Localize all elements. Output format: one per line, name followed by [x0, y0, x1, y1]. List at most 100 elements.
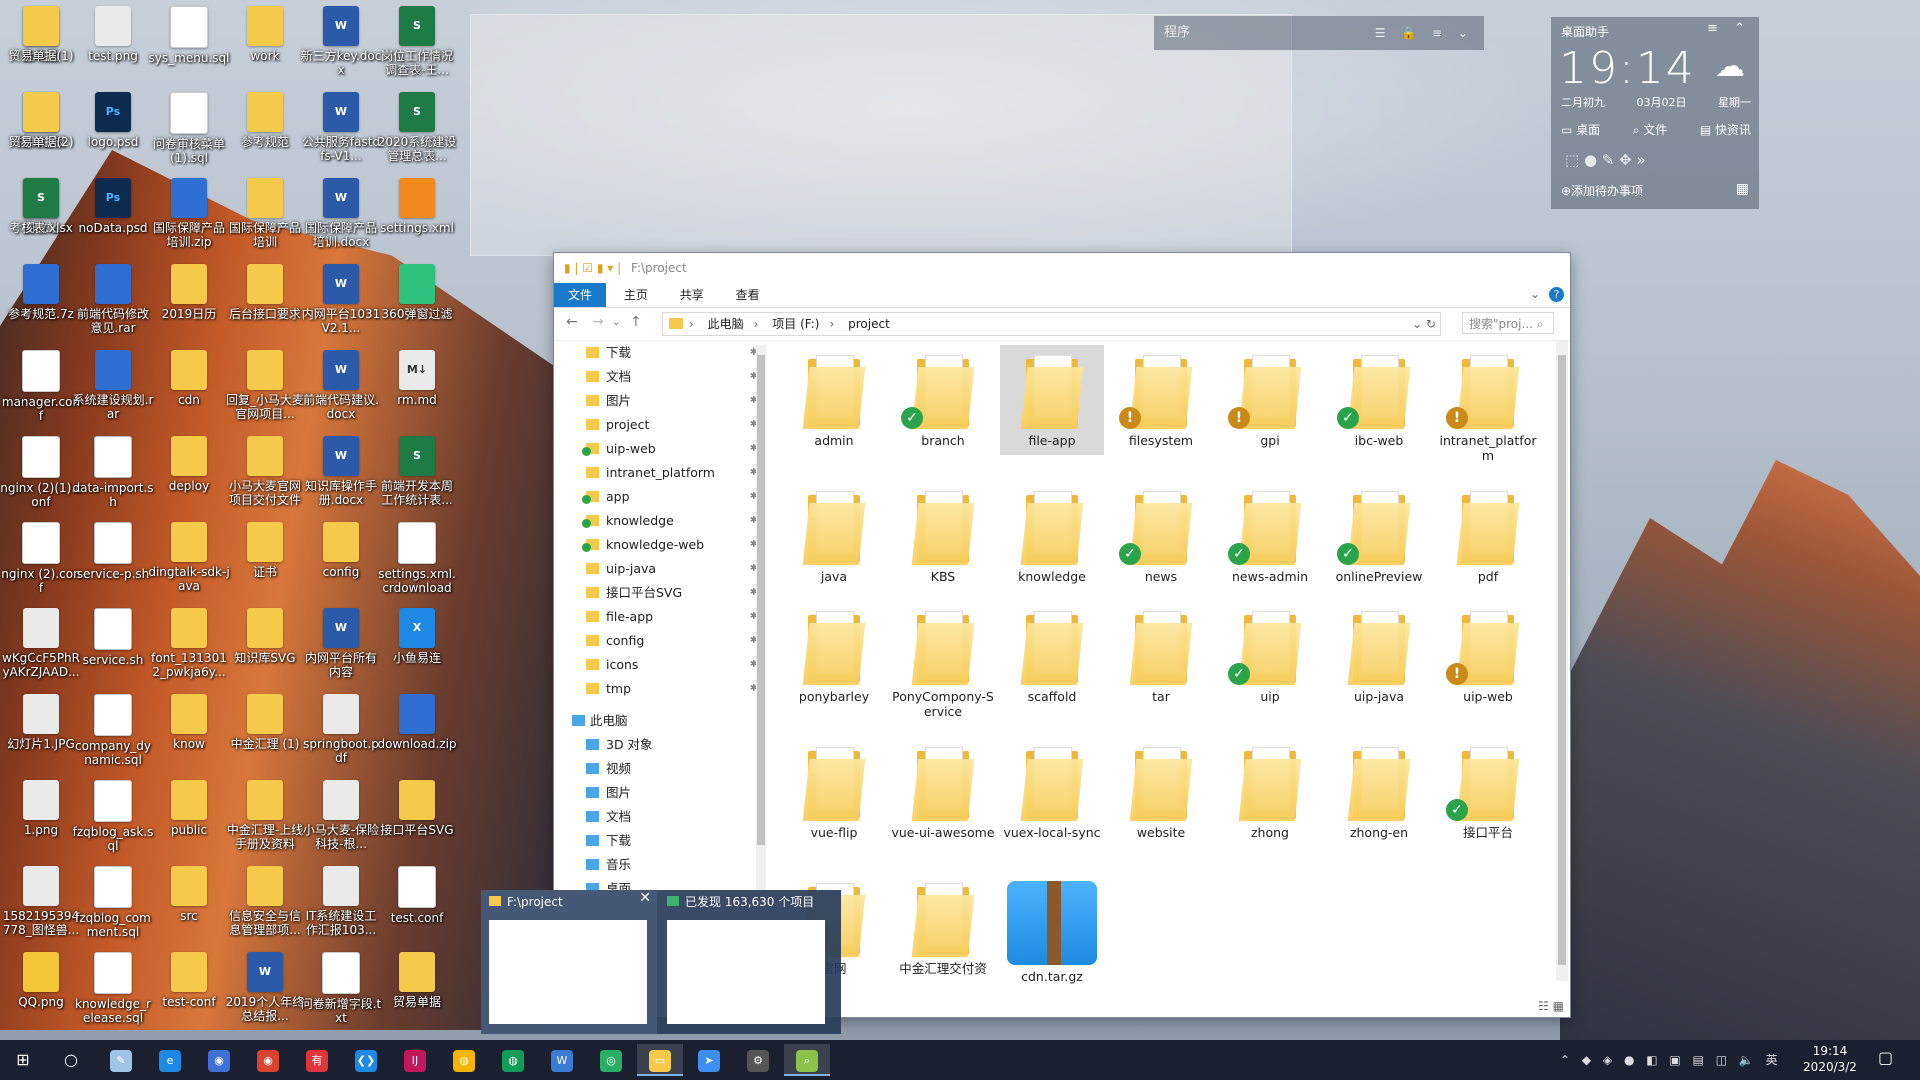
file-item[interactable]: tar [1109, 601, 1213, 711]
navigation-scrollbar[interactable] [756, 345, 766, 890]
file-item[interactable]: PonyCompony-Service [891, 601, 995, 719]
view-toggle-icons[interactable]: ☷ ▦ [1538, 999, 1564, 1013]
wechat-work-icon[interactable]: W [539, 1044, 585, 1076]
desktop-icon[interactable]: test.png [72, 4, 154, 88]
desktop-icon[interactable]: 后台接口要求 [224, 262, 306, 346]
desktop-icon[interactable]: W 2019个人年终总结报... [224, 950, 306, 1034]
assistant-tool-icons[interactable]: ⬚ ● ✎ ✥ » [1565, 151, 1745, 169]
desktop-icon[interactable]: nginx (2)(1).conf [0, 434, 82, 518]
file-item[interactable]: scaffold [1000, 601, 1104, 711]
desktop-icon[interactable]: X 小鱼易连 [376, 606, 458, 690]
desktop-icon[interactable]: test.conf [376, 864, 458, 948]
address-bar[interactable]: › 此电脑 › 项目 (F:) › project ⌄ ↻ [662, 312, 1441, 336]
nav-item[interactable]: 图片 [554, 781, 772, 805]
nav-item[interactable]: 下载 [554, 829, 772, 853]
file-item[interactable]: cdn.tar.gz [1000, 873, 1104, 984]
recent-dropdown-icon[interactable]: ⌄ [612, 317, 620, 328]
desktop-icon[interactable]: 参考规范.7z [0, 262, 82, 346]
desktop-icon[interactable]: 国际保障产品培训 [224, 176, 306, 260]
nav-item[interactable]: 图片 ✱ [554, 389, 772, 413]
nav-item[interactable]: 接口平台SVG ✱ [554, 581, 772, 605]
files-search-button[interactable]: ⌕ 文件 [1633, 121, 1668, 138]
refresh-icon[interactable]: ⌄ ↻ [1412, 313, 1436, 335]
file-item[interactable]: uip-java [1327, 601, 1431, 711]
explorer-titlebar[interactable]: ▮ | ☑ ▮ ▾ | F:\project [554, 253, 1570, 283]
desktop-icon[interactable]: config [300, 520, 382, 604]
file-item[interactable]: KBS [891, 481, 995, 591]
breadcrumb-project[interactable]: project [848, 317, 890, 331]
chrome-icon[interactable]: ◍ [441, 1044, 487, 1076]
desktop-icon[interactable]: work [224, 4, 306, 88]
nav-item[interactable]: uip-web ✱ [554, 437, 772, 461]
desktop-icon[interactable]: 问卷审核菜单(1).sql [148, 90, 230, 174]
desktop-icon[interactable]: manager.conf [0, 348, 82, 432]
start-button[interactable]: ⊞ [0, 1044, 46, 1076]
nav-item[interactable]: knowledge ✱ [554, 509, 772, 533]
desktop-icon[interactable]: 小马大麦官网项目交付文件 [224, 434, 306, 518]
desktop-icon[interactable]: 回复_小马大麦官网项目... [224, 348, 306, 432]
desktop-icon[interactable]: knowledge_release.sql [72, 950, 154, 1034]
nav-item[interactable]: tmp ✱ [554, 677, 772, 701]
notification-icon[interactable]: ▢ [1878, 1048, 1893, 1067]
file-item[interactable]: pdf [1436, 481, 1540, 591]
desktop-icon[interactable]: W 内网平台1031V2.1... [300, 262, 382, 346]
desktop-icon[interactable]: W 知识库操作手册.docx [300, 434, 382, 518]
file-item[interactable]: zhong-en [1327, 737, 1431, 847]
breadcrumb-drive[interactable]: 项目 (F:) [772, 317, 819, 331]
desktop-assistant-widget[interactable]: 桌面助手 ≡ ⌃ 19:14 ☁ 二月初九 03月02日 星期一 ▭ 桌面 ⌕ … [1551, 17, 1759, 209]
edge-icon[interactable]: e [147, 1044, 193, 1076]
quick-access-toolbar-icon[interactable]: ▮ | ☑ ▮ ▾ | [564, 261, 621, 275]
desktop-icon[interactable]: 接口平台SVG [376, 778, 458, 862]
desktop-icon[interactable]: 1.png [0, 778, 82, 862]
breadcrumb-this-pc[interactable]: 此电脑 [708, 317, 744, 331]
desktop-icon[interactable]: 贸易单据 [376, 950, 458, 1034]
desktop-icon[interactable]: 国际保障产品培训.zip [148, 176, 230, 260]
desktop-icon[interactable]: 中金汇理 (1) [224, 692, 306, 776]
desktop-icon[interactable]: dingtalk-sdk-java [148, 520, 230, 604]
tab-view[interactable]: 查看 [722, 283, 774, 307]
desktop-icon[interactable]: public [148, 778, 230, 862]
explorer-icon[interactable]: ▭ [637, 1044, 683, 1076]
weather-cloud-icon[interactable]: ☁ [1715, 49, 1745, 84]
desktop-icon[interactable]: data-import.sh [72, 434, 154, 518]
nav-item[interactable]: uip-java ✱ [554, 557, 772, 581]
desktop-icon[interactable]: IT系统建设工作汇报103... [300, 864, 382, 948]
back-arrow-icon[interactable]: ← [566, 314, 578, 330]
add-todo-button[interactable]: ⊕添加待办事项 [1561, 182, 1643, 199]
file-item[interactable]: 中金汇理交付资 [891, 873, 995, 983]
desktop-icon[interactable]: settings.xml [376, 176, 458, 260]
nav-item[interactable]: knowledge-web ✱ [554, 533, 772, 557]
desktop-icon[interactable]: 2019日历 [148, 262, 230, 346]
forward-arrow-icon[interactable]: → [592, 314, 604, 330]
notepad-icon[interactable]: ✎ [98, 1044, 144, 1076]
desktop-icon[interactable]: W 新三方key.docx [300, 4, 382, 88]
preview-explorer[interactable]: F:\project ✕ [481, 890, 657, 1034]
desktop-icon[interactable]: Ps noData.psd [72, 176, 154, 260]
file-item[interactable]: ✓ news [1109, 481, 1213, 591]
program-bar[interactable]: 程序 ☰ 🔒 ≡ ⌄ [1154, 16, 1484, 50]
desktop-icon[interactable]: service-p.sh [72, 520, 154, 604]
desktop-icon[interactable]: download.zip [376, 692, 458, 776]
desktop-icon[interactable]: test-conf [148, 950, 230, 1034]
desktop-icon[interactable]: 1582195394778_图怪兽... [0, 864, 82, 948]
feishu-icon[interactable]: ➤ [686, 1044, 732, 1076]
desktop-icon[interactable]: 小马大麦-保险科技-根... [300, 778, 382, 862]
file-item[interactable]: vue-ui-awesome [891, 737, 995, 847]
file-item[interactable]: ✓ news-admin [1218, 481, 1322, 591]
up-arrow-icon[interactable]: ↑ [630, 314, 642, 330]
nav-item[interactable]: file-app ✱ [554, 605, 772, 629]
desktop-icon[interactable]: 贸易单据(2) [0, 90, 82, 174]
tab-share[interactable]: 共享 [666, 283, 718, 307]
close-icon[interactable]: ✕ [639, 890, 651, 906]
desktop-icon[interactable]: 问卷新增字段.txt [300, 950, 382, 1034]
desktop-icon[interactable]: fzqblog_comment.sql [72, 864, 154, 948]
file-item[interactable]: website [1109, 737, 1213, 847]
system-tray[interactable]: ⌃ ◆ ◈ ● ◧ ▣ ▤ ◫ 🔈 英 [1560, 1040, 1782, 1080]
file-item[interactable]: knowledge [1000, 481, 1104, 591]
file-item[interactable]: file-app [1000, 345, 1104, 455]
content-scrollbar[interactable] [1556, 341, 1568, 981]
preview-search-result[interactable]: 已发现 163,630 个项目(4.4... [659, 890, 835, 1034]
desktop-icon[interactable]: W 内网平台所有内容 [300, 606, 382, 690]
assistant-controls[interactable]: ≡ ⌃ [1707, 21, 1751, 36]
file-item[interactable]: ✓ branch [891, 345, 995, 455]
